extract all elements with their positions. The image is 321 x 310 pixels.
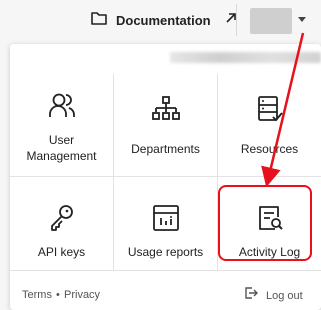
folder-icon	[90, 10, 108, 31]
logout-button[interactable]: Log out	[244, 286, 303, 305]
top-bar: Documentation	[0, 0, 321, 40]
caret-down-icon[interactable]	[298, 17, 306, 22]
server-check-icon	[255, 94, 285, 129]
tile-departments[interactable]: Departments	[114, 74, 217, 176]
logout-icon	[244, 286, 258, 305]
documentation-label: Documentation	[116, 12, 211, 28]
account-info-blurred	[170, 52, 321, 63]
documentation-link[interactable]: Documentation	[90, 9, 237, 31]
org-chart-icon	[151, 94, 181, 129]
users-icon	[47, 91, 77, 126]
tile-label: User	[48, 133, 75, 147]
highlight-box	[218, 185, 312, 261]
tile-label: Resources	[240, 142, 299, 156]
tile-usage-reports[interactable]: Usage reports	[114, 177, 217, 270]
logout-label: Log out	[266, 289, 303, 302]
tile-api-keys[interactable]: API keys	[10, 177, 113, 270]
topbar-divider	[236, 4, 237, 36]
avatar[interactable]	[250, 8, 292, 34]
privacy-link[interactable]: Privacy	[64, 289, 100, 301]
tile-label: Usage reports	[127, 245, 204, 259]
account-menu-panel: User Management Departments Resources AP…	[10, 44, 321, 310]
tile-user-management[interactable]: User Management	[10, 74, 113, 176]
grid-divider	[10, 270, 321, 271]
key-icon	[47, 203, 77, 238]
tile-label: API keys	[37, 245, 86, 259]
arrow-up-right-icon	[225, 11, 237, 29]
footer-separator: •	[56, 289, 60, 301]
tile-label: Departments	[131, 142, 200, 156]
tile-label: Management	[26, 149, 97, 163]
report-chart-icon	[151, 203, 181, 238]
terms-link[interactable]: Terms	[22, 289, 52, 301]
tile-resources[interactable]: Resources	[218, 74, 321, 176]
